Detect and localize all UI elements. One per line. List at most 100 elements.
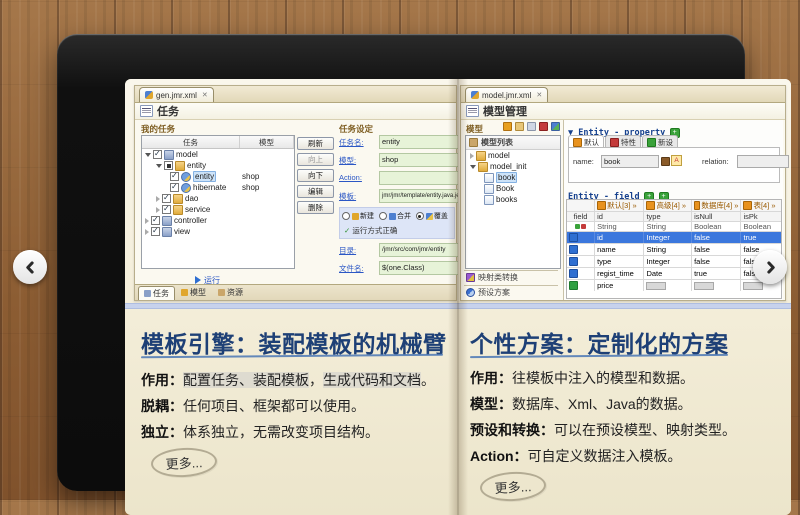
col-header[interactable]: isNull bbox=[692, 212, 742, 221]
delete-model-icon[interactable] bbox=[539, 122, 548, 131]
help-icon[interactable] bbox=[503, 122, 512, 131]
tree-item[interactable]: model_init bbox=[466, 161, 560, 172]
chevrons-icon[interactable]: » bbox=[734, 201, 738, 210]
collapsed-arrow-icon[interactable] bbox=[145, 217, 149, 224]
collapsed-arrow-icon[interactable] bbox=[156, 206, 160, 213]
radio-overwrite[interactable] bbox=[415, 212, 424, 221]
close-icon[interactable]: ✕ bbox=[536, 91, 542, 99]
tab-model[interactable]: 模型 bbox=[175, 285, 212, 300]
edit-button[interactable]: 编辑 bbox=[297, 185, 334, 198]
close-icon[interactable]: ✕ bbox=[202, 91, 208, 99]
add-row-icon[interactable] bbox=[575, 224, 581, 229]
tab-tasks[interactable]: 任务 bbox=[138, 286, 175, 300]
prev-button[interactable] bbox=[13, 250, 47, 284]
tree-item-label: view bbox=[174, 227, 191, 236]
table-row[interactable]: id Integer false true bbox=[567, 232, 781, 244]
expanded-arrow-icon[interactable] bbox=[470, 164, 476, 169]
export-icon[interactable] bbox=[527, 122, 536, 131]
add-folder-icon[interactable] bbox=[515, 122, 524, 131]
relation-label: relation: bbox=[702, 157, 729, 166]
tree-item[interactable]: hibernate shop bbox=[142, 182, 294, 193]
task-name-field[interactable]: entity bbox=[379, 135, 459, 149]
checkbox[interactable] bbox=[151, 215, 160, 225]
radio-merge[interactable] bbox=[378, 212, 387, 221]
delete-button[interactable]: 删除 bbox=[297, 201, 334, 214]
remove-row-icon[interactable] bbox=[581, 224, 587, 229]
relation-field[interactable] bbox=[737, 155, 789, 168]
table-row[interactable]: name String false false bbox=[567, 244, 781, 256]
tree-item[interactable]: books bbox=[466, 194, 560, 205]
editor-tab-modeljmr[interactable]: model.jmr.xml ✕ bbox=[465, 87, 549, 102]
task-settings-title: 任务设定 bbox=[339, 124, 374, 134]
expanded-arrow-icon[interactable] bbox=[156, 163, 162, 168]
checkbox[interactable] bbox=[162, 193, 171, 203]
table-row[interactable]: type Integer false false bbox=[567, 256, 781, 268]
group-col[interactable]: 数据库[4] » bbox=[692, 200, 742, 211]
directory-label[interactable]: 目录: bbox=[339, 245, 356, 256]
tree-item[interactable]: Book bbox=[466, 183, 560, 194]
radio-new[interactable] bbox=[342, 212, 350, 221]
directory-field[interactable]: /jmr/src/com/jmr/entity bbox=[379, 243, 459, 257]
tree-item[interactable]: model bbox=[142, 149, 294, 160]
template-label[interactable]: 模板: bbox=[339, 191, 356, 202]
tree-item[interactable]: dao bbox=[142, 193, 294, 204]
editor-tab-genjmr[interactable]: gen.jmr.xml ✕ bbox=[139, 87, 214, 102]
move-up-button[interactable]: 向上 bbox=[297, 153, 334, 166]
template-field[interactable]: jmr/jmr/template/entity.java.jet bbox=[379, 189, 459, 203]
column-model[interactable]: 模型 bbox=[240, 136, 294, 148]
pencil-icon[interactable] bbox=[661, 157, 670, 166]
model-label[interactable]: 模型: bbox=[339, 155, 356, 166]
collapsed-arrow-icon[interactable] bbox=[145, 228, 149, 235]
chevrons-icon[interactable]: » bbox=[682, 201, 686, 210]
refresh-button[interactable]: 刷新 bbox=[297, 137, 334, 150]
action-label[interactable]: Action: bbox=[339, 173, 362, 182]
checkbox[interactable] bbox=[151, 226, 160, 236]
col-header[interactable]: id bbox=[595, 212, 645, 221]
col-header[interactable]: type bbox=[644, 212, 693, 221]
group-col[interactable]: 高级[4] » bbox=[644, 200, 693, 211]
column-task[interactable]: 任务 bbox=[142, 136, 240, 148]
page-right: model.jmr.xml ✕ 模型管理 模型 模型列表 model model… bbox=[458, 79, 791, 515]
tree-item[interactable]: controller bbox=[142, 215, 294, 226]
tree-item[interactable]: entity shop bbox=[142, 171, 294, 182]
preset-section-bar[interactable]: 预设方案 bbox=[464, 285, 558, 299]
disabled-cell bbox=[646, 281, 667, 290]
filename-field[interactable]: $(one.Class) bbox=[379, 261, 459, 275]
chevrons-icon[interactable]: » bbox=[633, 201, 637, 210]
mapping-section-bar[interactable]: 映射类转换 bbox=[464, 270, 558, 284]
more-button[interactable]: 更多... bbox=[479, 470, 547, 503]
checkbox[interactable] bbox=[162, 204, 171, 214]
more-button[interactable]: 更多... bbox=[150, 446, 218, 479]
tree-item-label: service bbox=[185, 205, 211, 214]
checkbox[interactable] bbox=[170, 171, 179, 181]
chevrons-icon[interactable]: » bbox=[771, 201, 775, 210]
filename-label[interactable]: 文件名: bbox=[339, 263, 364, 274]
model-field[interactable]: shop bbox=[379, 153, 459, 167]
task-name-label[interactable]: 任务名: bbox=[339, 137, 364, 148]
action-field[interactable] bbox=[379, 171, 459, 185]
collapsed-arrow-icon[interactable] bbox=[156, 195, 160, 202]
move-down-button[interactable]: 向下 bbox=[297, 169, 334, 182]
tree-item[interactable]: model bbox=[466, 150, 560, 161]
tab-resources[interactable]: 资源 bbox=[212, 285, 249, 300]
tree-item[interactable]: view bbox=[142, 226, 294, 237]
next-button[interactable] bbox=[753, 250, 787, 284]
checkbox[interactable] bbox=[170, 182, 179, 192]
tree-item[interactable]: service bbox=[142, 204, 294, 215]
checkbox[interactable] bbox=[164, 161, 173, 170]
checkbox[interactable] bbox=[153, 149, 162, 159]
tree-item[interactable]: entity bbox=[142, 160, 294, 171]
name-field[interactable]: book bbox=[601, 155, 659, 168]
sort-icon[interactable] bbox=[551, 122, 560, 131]
tree-item[interactable]: book bbox=[466, 172, 560, 183]
collapsed-arrow-icon[interactable] bbox=[470, 152, 474, 159]
table-row[interactable]: regist_time Date true false bbox=[567, 268, 781, 280]
case-icon[interactable]: A bbox=[671, 155, 682, 166]
overwrite-icon bbox=[425, 212, 433, 220]
expanded-arrow-icon[interactable] bbox=[145, 152, 151, 157]
col-header[interactable]: isPk bbox=[741, 212, 781, 221]
group-col[interactable]: 表[4] » bbox=[741, 200, 781, 211]
package-icon bbox=[162, 215, 172, 226]
group-col[interactable]: 默认[3] » bbox=[595, 200, 645, 211]
table-row[interactable]: price bbox=[567, 280, 781, 291]
